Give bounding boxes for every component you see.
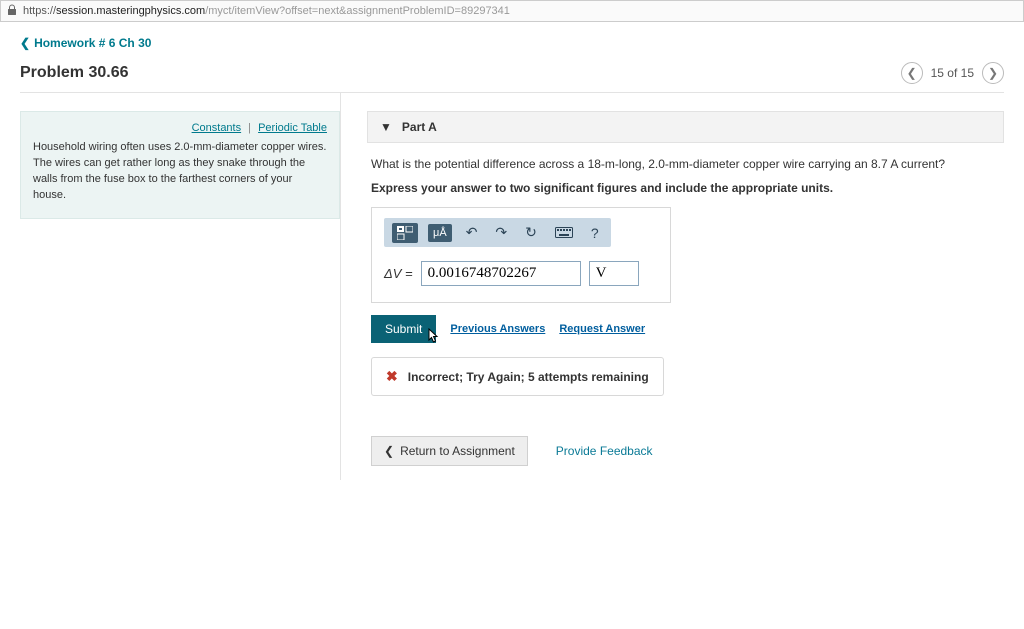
url-bar[interactable]: https://session.masteringphysics.com/myc…: [0, 0, 1024, 22]
answer-box: μÅ ↶ ↷ ↻ ? ΔV =: [371, 207, 671, 303]
breadcrumb[interactable]: ❮Homework # 6 Ch 30: [20, 36, 1004, 50]
value-input[interactable]: [421, 261, 581, 286]
previous-answers-link[interactable]: Previous Answers: [450, 323, 545, 335]
instruction-text: Express your answer to two significant f…: [371, 181, 1000, 195]
feedback-message: Incorrect; Try Again; 5 attempts remaini…: [408, 370, 649, 384]
request-answer-link[interactable]: Request Answer: [559, 323, 645, 335]
units-button[interactable]: μÅ: [428, 224, 452, 242]
cursor-icon: [426, 328, 440, 347]
pager: ❮ 15 of 15 ❯: [901, 62, 1004, 84]
url-text: https://session.masteringphysics.com/myc…: [23, 5, 510, 17]
answer-toolbar: μÅ ↶ ↷ ↻ ?: [384, 218, 611, 247]
pager-text: 15 of 15: [931, 66, 974, 80]
return-to-assignment-button[interactable]: ❮ Return to Assignment: [371, 436, 528, 466]
feedback-box: ✖ Incorrect; Try Again; 5 attempts remai…: [371, 357, 664, 396]
question-text: What is the potential difference across …: [371, 157, 1000, 171]
reset-icon[interactable]: ↻: [521, 222, 541, 243]
undo-icon[interactable]: ↶: [462, 222, 482, 243]
chevron-left-icon: ❮: [20, 36, 30, 50]
separator: |: [248, 122, 251, 134]
part-header[interactable]: ▼ Part A: [367, 111, 1004, 143]
error-x-icon: ✖: [386, 368, 398, 385]
periodic-table-link[interactable]: Periodic Table: [258, 122, 327, 134]
template-picker-icon[interactable]: [392, 223, 418, 243]
keyboard-icon[interactable]: [551, 223, 577, 243]
page-title: Problem 30.66: [20, 64, 129, 82]
part-label: Part A: [402, 120, 437, 134]
prev-problem-button[interactable]: ❮: [901, 62, 923, 84]
unit-input[interactable]: [589, 261, 639, 286]
submit-button[interactable]: Submit: [371, 315, 436, 343]
provide-feedback-link[interactable]: Provide Feedback: [556, 444, 653, 458]
variable-label: ΔV =: [384, 266, 413, 281]
redo-icon[interactable]: ↷: [491, 222, 511, 243]
lock-icon: [7, 4, 17, 18]
help-icon[interactable]: ?: [587, 223, 603, 243]
caret-down-icon: ▼: [380, 120, 392, 134]
constants-link[interactable]: Constants: [192, 122, 242, 134]
problem-context-box: Constants | Periodic Table Household wir…: [20, 111, 340, 219]
next-problem-button[interactable]: ❯: [982, 62, 1004, 84]
chevron-left-icon: ❮: [384, 444, 394, 458]
context-text: Household wiring often uses 2.0-mm-diame…: [33, 140, 327, 204]
